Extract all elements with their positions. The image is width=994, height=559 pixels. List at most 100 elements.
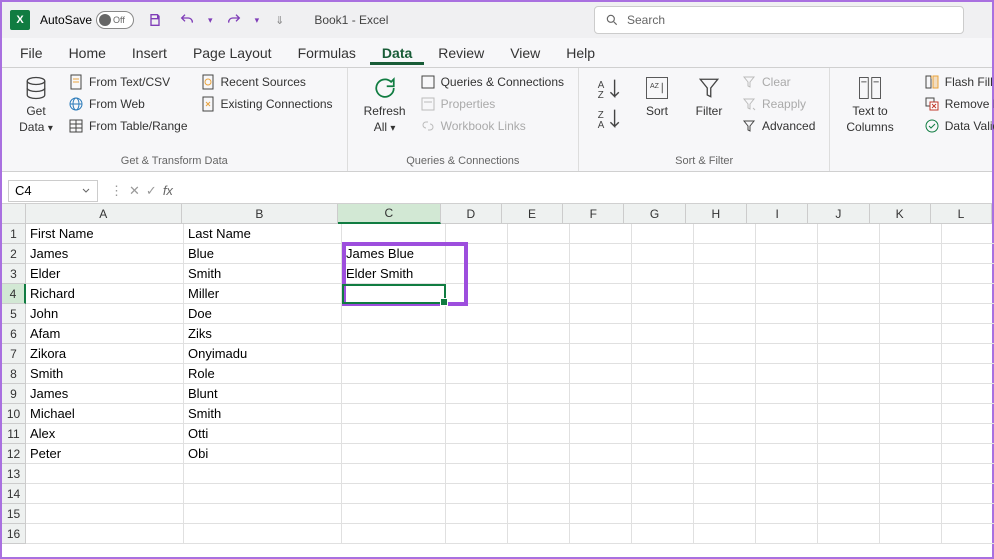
cell-A11[interactable]: Alex [26, 424, 184, 444]
existing-connections-button[interactable]: Existing Connections [196, 94, 337, 114]
cell-J16[interactable] [818, 524, 880, 544]
cell-C8[interactable] [342, 364, 446, 384]
cell-F16[interactable] [570, 524, 632, 544]
cell-B6[interactable]: Ziks [184, 324, 342, 344]
cell-L7[interactable] [942, 344, 994, 364]
cell-E1[interactable] [508, 224, 570, 244]
column-header-B[interactable]: B [182, 204, 338, 224]
cell-E3[interactable] [508, 264, 570, 284]
qat-customize[interactable]: ⇓ [275, 14, 284, 27]
cell-A10[interactable]: Michael [26, 404, 184, 424]
cell-G3[interactable] [632, 264, 694, 284]
cell-E11[interactable] [508, 424, 570, 444]
cell-B15[interactable] [184, 504, 342, 524]
cell-A13[interactable] [26, 464, 184, 484]
cell-A9[interactable]: James [26, 384, 184, 404]
column-header-I[interactable]: I [747, 204, 808, 224]
cell-I3[interactable] [756, 264, 818, 284]
cell-C1[interactable] [342, 224, 446, 244]
cell-F6[interactable] [570, 324, 632, 344]
cell-C5[interactable] [342, 304, 446, 324]
cell-J1[interactable] [818, 224, 880, 244]
cell-K3[interactable] [880, 264, 942, 284]
get-data-button[interactable]: Get Data ▾ [12, 72, 60, 153]
cell-J6[interactable] [818, 324, 880, 344]
recent-sources-button[interactable]: Recent Sources [196, 72, 337, 92]
cell-B16[interactable] [184, 524, 342, 544]
cell-K13[interactable] [880, 464, 942, 484]
cell-E13[interactable] [508, 464, 570, 484]
cell-C13[interactable] [342, 464, 446, 484]
formula-input[interactable] [179, 180, 992, 202]
cell-H15[interactable] [694, 504, 756, 524]
cell-K16[interactable] [880, 524, 942, 544]
cell-J3[interactable] [818, 264, 880, 284]
menu-view[interactable]: View [498, 41, 552, 65]
undo-button[interactable] [176, 9, 198, 31]
sort-button[interactable]: AZ Sort [633, 72, 681, 153]
autosave-toggle[interactable]: AutoSave Off [40, 11, 134, 29]
cell-K11[interactable] [880, 424, 942, 444]
cell-G9[interactable] [632, 384, 694, 404]
cell-B2[interactable]: Blue [184, 244, 342, 264]
cell-H12[interactable] [694, 444, 756, 464]
row-header-9[interactable]: 9 [2, 384, 26, 404]
cell-F14[interactable] [570, 484, 632, 504]
cell-B9[interactable]: Blunt [184, 384, 342, 404]
cell-C6[interactable] [342, 324, 446, 344]
cell-C14[interactable] [342, 484, 446, 504]
menu-file[interactable]: File [8, 41, 55, 65]
cell-K10[interactable] [880, 404, 942, 424]
cell-I11[interactable] [756, 424, 818, 444]
filter-button[interactable]: Filter [685, 72, 733, 153]
cell-B5[interactable]: Doe [184, 304, 342, 324]
cell-D2[interactable] [446, 244, 508, 264]
cell-F5[interactable] [570, 304, 632, 324]
cell-I5[interactable] [756, 304, 818, 324]
cell-D5[interactable] [446, 304, 508, 324]
cell-L13[interactable] [942, 464, 994, 484]
fx-icon[interactable]: fx [163, 183, 173, 198]
cell-I16[interactable] [756, 524, 818, 544]
sort-asc-desc-buttons[interactable]: AZ ZA [589, 72, 629, 153]
column-header-C[interactable]: C [338, 204, 441, 224]
row-header-13[interactable]: 13 [2, 464, 26, 484]
row-header-14[interactable]: 14 [2, 484, 26, 504]
cell-G4[interactable] [632, 284, 694, 304]
cell-C12[interactable] [342, 444, 446, 464]
cell-E12[interactable] [508, 444, 570, 464]
cell-H14[interactable] [694, 484, 756, 504]
cell-A15[interactable] [26, 504, 184, 524]
cell-L5[interactable] [942, 304, 994, 324]
cell-E10[interactable] [508, 404, 570, 424]
cell-F10[interactable] [570, 404, 632, 424]
column-header-G[interactable]: G [624, 204, 685, 224]
expand-dropdown-icon[interactable]: ⋮ [110, 183, 123, 199]
cell-I7[interactable] [756, 344, 818, 364]
cell-D8[interactable] [446, 364, 508, 384]
redo-dropdown[interactable]: ▾ [255, 15, 260, 26]
cell-F3[interactable] [570, 264, 632, 284]
cell-A3[interactable]: Elder [26, 264, 184, 284]
cell-K1[interactable] [880, 224, 942, 244]
column-header-F[interactable]: F [563, 204, 624, 224]
advanced-button[interactable]: Advanced [737, 116, 819, 136]
cell-B12[interactable]: Obi [184, 444, 342, 464]
cell-K15[interactable] [880, 504, 942, 524]
row-header-11[interactable]: 11 [2, 424, 26, 444]
cell-B13[interactable] [184, 464, 342, 484]
cell-D10[interactable] [446, 404, 508, 424]
cell-G11[interactable] [632, 424, 694, 444]
cell-H7[interactable] [694, 344, 756, 364]
data-validation-button[interactable]: Data Validation ▾ [920, 116, 994, 136]
cell-D6[interactable] [446, 324, 508, 344]
row-header-4[interactable]: 4 [2, 284, 26, 304]
cell-L11[interactable] [942, 424, 994, 444]
cell-D9[interactable] [446, 384, 508, 404]
menu-review[interactable]: Review [426, 41, 496, 65]
cell-I6[interactable] [756, 324, 818, 344]
cell-H3[interactable] [694, 264, 756, 284]
cell-J11[interactable] [818, 424, 880, 444]
cell-K9[interactable] [880, 384, 942, 404]
cell-J8[interactable] [818, 364, 880, 384]
